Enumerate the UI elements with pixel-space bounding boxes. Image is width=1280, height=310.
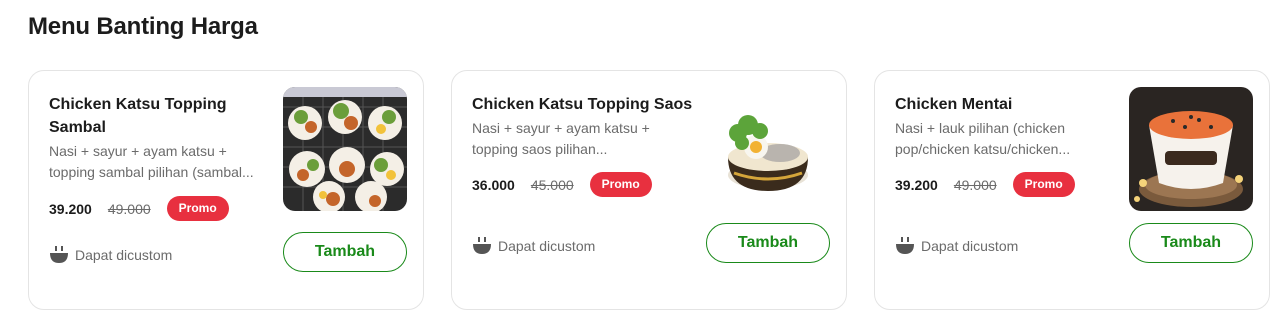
customizable-label: Dapat dicustom: [921, 238, 1019, 254]
promo-badge: Promo: [589, 172, 652, 197]
menu-card[interactable]: Chicken Katsu Topping Sambal Nasi + sayu…: [28, 70, 424, 310]
bowl-icon: [896, 237, 914, 254]
menu-card[interactable]: Chicken Katsu Topping Saos Nasi + sayur …: [451, 70, 847, 310]
bowl-icon: [50, 246, 68, 263]
original-price: 49.000: [953, 176, 997, 193]
menu-item-title: Chicken Katsu Topping Sambal: [49, 96, 227, 136]
rice-bowl-photo: [706, 87, 830, 211]
customizable-label: Dapat dicustom: [75, 247, 173, 263]
price-row: 39.200 49.000 Promo: [895, 172, 1075, 197]
food-bowls-photo: [283, 87, 407, 211]
add-button[interactable]: Tambah: [706, 223, 830, 263]
menu-item-description: Nasi + sayur + ayam katsu + topping samb…: [49, 143, 254, 180]
add-button[interactable]: Tambah: [1129, 223, 1253, 263]
current-price: 39.200: [895, 176, 938, 193]
original-price: 49.000: [107, 200, 151, 217]
price-row: 36.000 45.000 Promo: [472, 172, 652, 197]
mentai-bowl-photo: [1129, 87, 1253, 211]
current-price: 39.200: [49, 200, 92, 217]
menu-item-title: Chicken Mentai: [895, 96, 1013, 113]
customizable-row: Dapat dicustom: [49, 245, 172, 265]
menu-item-description: Nasi + lauk pilihan (chicken pop/chicken…: [895, 120, 1071, 157]
original-price: 45.000: [530, 176, 574, 193]
bowl-icon: [473, 237, 491, 254]
current-price: 36.000: [472, 176, 515, 193]
menu-card[interactable]: Chicken Mentai Nasi + lauk pilihan (chic…: [874, 70, 1270, 310]
customizable-label: Dapat dicustom: [498, 238, 596, 254]
menu-item-description: Nasi + sayur + ayam katsu + topping saos…: [472, 120, 650, 157]
promo-badge: Promo: [1012, 172, 1075, 197]
customizable-row: Dapat dicustom: [895, 236, 1018, 256]
add-button[interactable]: Tambah: [283, 232, 407, 272]
price-row: 39.200 49.000 Promo: [49, 196, 229, 221]
menu-item-title: Chicken Katsu Topping Saos: [472, 96, 693, 113]
section-title: Menu Banting Harga: [28, 13, 258, 40]
promo-badge: Promo: [166, 196, 229, 221]
customizable-row: Dapat dicustom: [472, 236, 595, 256]
